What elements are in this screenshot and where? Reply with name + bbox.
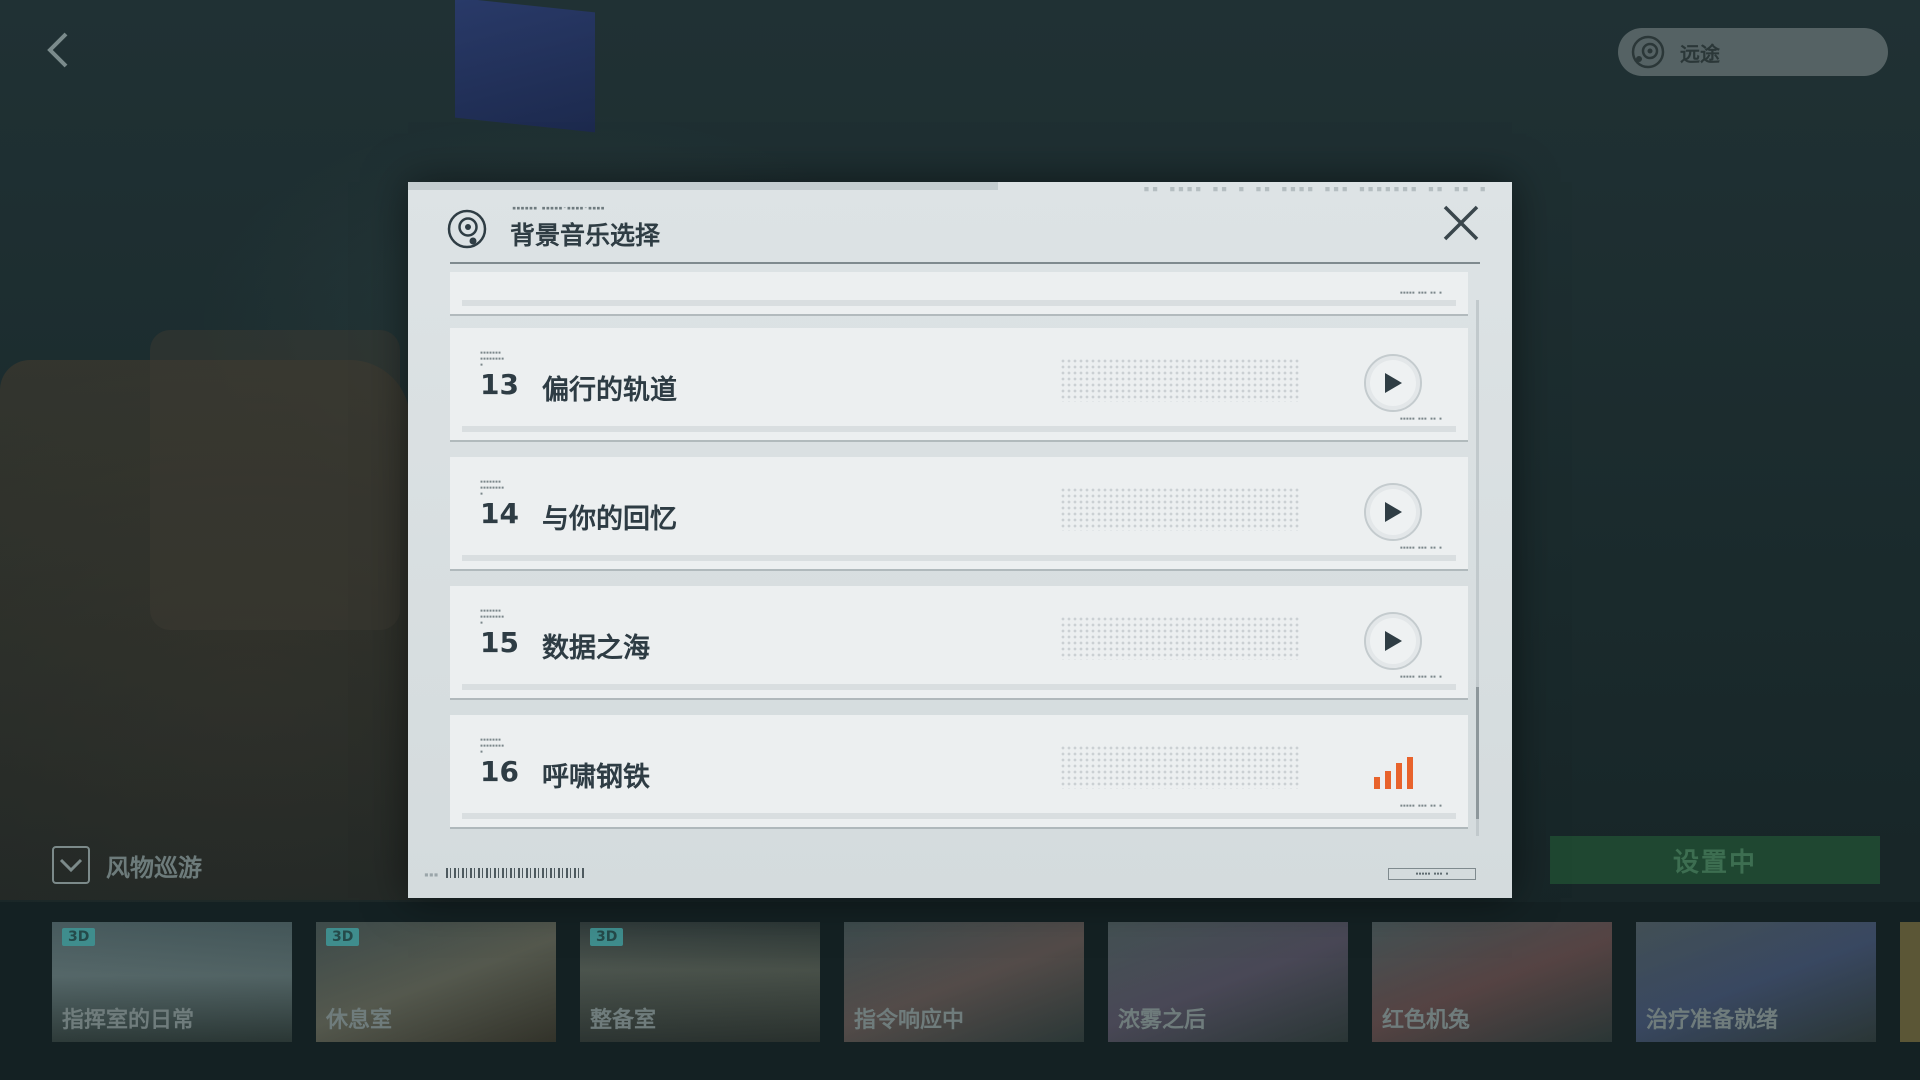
background-thumbnail[interactable]: 指令响应中 (844, 922, 1084, 1042)
background-thumbnail-list: 3D 指挥室的日常 3D 休息室 3D 整备室 指令响应中 浓雾之后 红色机兔 … (52, 922, 1876, 1042)
thumbnail-name: 整备室 (590, 1008, 657, 1033)
background-thumbnail[interactable]: 3D 休息室 (316, 922, 556, 1042)
3d-badge: 3D (326, 928, 360, 946)
track-progress-bar (462, 813, 1456, 819)
track-mini-code: ▪▪▪▪▪▪▪ ▪▪▪▪▪▪▪▪ ▪ (480, 737, 505, 755)
track-tiny-code: ▪▪▪▪▪ ▪▪▪ ▪▪ ▪ (1399, 416, 1442, 422)
play-button[interactable] (1364, 354, 1422, 412)
thumbnail-partial[interactable] (1900, 922, 1920, 1042)
background-thumbnail[interactable]: 3D 整备室 (580, 922, 820, 1042)
background-thumbnail[interactable]: 治疗准备就绪 (1636, 922, 1876, 1042)
background-thumbnail[interactable]: 浓雾之后 (1108, 922, 1348, 1042)
title-divider (450, 262, 1480, 264)
play-button[interactable] (1364, 612, 1422, 670)
track-mini-code: ▪▪▪▪▪▪▪ ▪▪▪▪▪▪▪▪ ▪ (480, 350, 505, 368)
track-row-active[interactable]: ▪▪▪▪▪▪▪ ▪▪▪▪▪▪▪▪ ▪ 16 呼啸钢铁 ▪▪▪▪▪ ▪▪▪ ▪▪ ▪ (450, 715, 1468, 827)
chevron-left-icon (47, 32, 68, 68)
waveform-dots (1060, 358, 1300, 402)
track-title: 数据之海 (542, 633, 650, 664)
track-list[interactable]: ▪▪▪▪▪ ▪▪▪ ▪▪ ▪ ▪▪▪▪▪▪▪ ▪▪▪▪▪▪▪▪ ▪ 13 偏行的轨道… (450, 272, 1480, 838)
category-label: 风物巡游 (106, 853, 202, 882)
footer-tag: ▪▪▪▪▪ ▪▪▪ ▪ (1388, 868, 1476, 880)
track-row[interactable]: ▪▪▪▪▪ ▪▪▪ ▪▪ ▪ (450, 272, 1468, 314)
track-title: 与你的回忆 (542, 504, 677, 535)
bgm-select-modal: ▪▪ ▪▪▪▪ ▪▪ ▪ ▪▪ ▪▪▪▪ ▪▪▪ ▪▪▪▪▪▪▪ ▪▪ ▪▪ ▪… (408, 182, 1512, 898)
thumbnail-name: 红色机兔 (1382, 1008, 1471, 1033)
track-progress-bar (462, 555, 1456, 561)
background-thumbnail[interactable]: 3D 指挥室的日常 (52, 922, 292, 1042)
track-progress-bar (462, 300, 1456, 306)
play-icon (1385, 373, 1402, 393)
track-row[interactable]: ▪▪▪▪▪▪▪ ▪▪▪▪▪▪▪▪ ▪ 13 偏行的轨道 ▪▪▪▪▪ ▪▪▪ ▪▪ ▪ (450, 328, 1468, 440)
track-tiny-code: ▪▪▪▪▪ ▪▪▪ ▪▪ ▪ (1399, 290, 1442, 296)
category-toggle[interactable] (52, 846, 90, 884)
scrollbar-thumb[interactable] (1476, 687, 1479, 819)
track-progress-bar (462, 426, 1456, 432)
barcode (446, 868, 586, 878)
track-title: 偏行的轨道 (542, 375, 677, 406)
back-button[interactable] (40, 28, 76, 72)
track-title: 呼啸钢铁 (542, 762, 650, 793)
track-tiny-code: ▪▪▪▪▪ ▪▪▪ ▪▪ ▪ (1399, 803, 1442, 809)
3d-badge: 3D (62, 928, 96, 946)
category-selector[interactable]: 风物巡游 (52, 846, 202, 884)
track-mini-code: ▪▪▪▪▪▪▪ ▪▪▪▪▪▪▪▪ ▪ (480, 479, 505, 497)
waveform-dots (1060, 745, 1300, 789)
decorative-subcode: ▪▪▪▪▪▪ ▪▪▪▪▪-▪▪▪▪-▪▪▪▪ (512, 204, 605, 212)
track-number: 16 (480, 755, 519, 788)
3d-badge: 3D (590, 928, 624, 946)
now-playing-title: 远途 (1680, 41, 1720, 66)
thumbnail-name: 浓雾之后 (1118, 1008, 1207, 1033)
scene-seat (150, 330, 400, 630)
thumbnail-name: 治疗准备就绪 (1646, 1008, 1779, 1033)
track-number: 13 (480, 368, 519, 401)
background-thumbnail[interactable]: 红色机兔 (1372, 922, 1612, 1042)
music-disc-icon (447, 209, 487, 249)
track-number: 14 (480, 497, 519, 530)
music-disc-icon (1631, 35, 1665, 69)
play-button[interactable] (1364, 483, 1422, 541)
footer-code: ▪▪▪ (424, 870, 439, 879)
equalizer-icon (1374, 757, 1413, 789)
track-tiny-code: ▪▪▪▪▪ ▪▪▪ ▪▪ ▪ (1399, 545, 1442, 551)
track-number: 15 (480, 626, 519, 659)
modal-title: 背景音乐选择 (510, 221, 661, 250)
thumbnail-name: 指令响应中 (854, 1008, 965, 1033)
thumbnail-name: 休息室 (326, 1008, 393, 1033)
track-row[interactable]: ▪▪▪▪▪▪▪ ▪▪▪▪▪▪▪▪ ▪ 15 数据之海 ▪▪▪▪▪ ▪▪▪ ▪▪ ▪ (450, 586, 1468, 698)
modal-top-accent (408, 182, 998, 190)
now-playing-chip[interactable]: 远途 (1618, 28, 1888, 76)
track-row[interactable]: ▪▪▪▪▪▪▪ ▪▪▪▪▪▪▪▪ ▪ 14 与你的回忆 ▪▪▪▪▪ ▪▪▪ ▪▪ ▪ (450, 457, 1468, 569)
chevron-down-icon (59, 858, 83, 873)
set-status-button[interactable]: 设置中 (1550, 836, 1880, 884)
close-icon[interactable] (1440, 202, 1482, 244)
decorative-code: ▪▪ ▪▪▪▪ ▪▪ ▪ ▪▪ ▪▪▪▪ ▪▪▪ ▪▪▪▪▪▪▪ ▪▪ ▪▪ ▪ (1143, 182, 1488, 195)
play-icon (1385, 631, 1402, 651)
track-progress-bar (462, 684, 1456, 690)
waveform-dots (1060, 487, 1300, 531)
track-tiny-code: ▪▪▪▪▪ ▪▪▪ ▪▪ ▪ (1399, 674, 1442, 680)
track-mini-code: ▪▪▪▪▪▪▪ ▪▪▪▪▪▪▪▪ ▪ (480, 608, 505, 626)
waveform-dots (1060, 616, 1300, 660)
scene-monitor (455, 0, 595, 133)
thumbnail-name: 指挥室的日常 (62, 1008, 195, 1033)
play-icon (1385, 502, 1402, 522)
